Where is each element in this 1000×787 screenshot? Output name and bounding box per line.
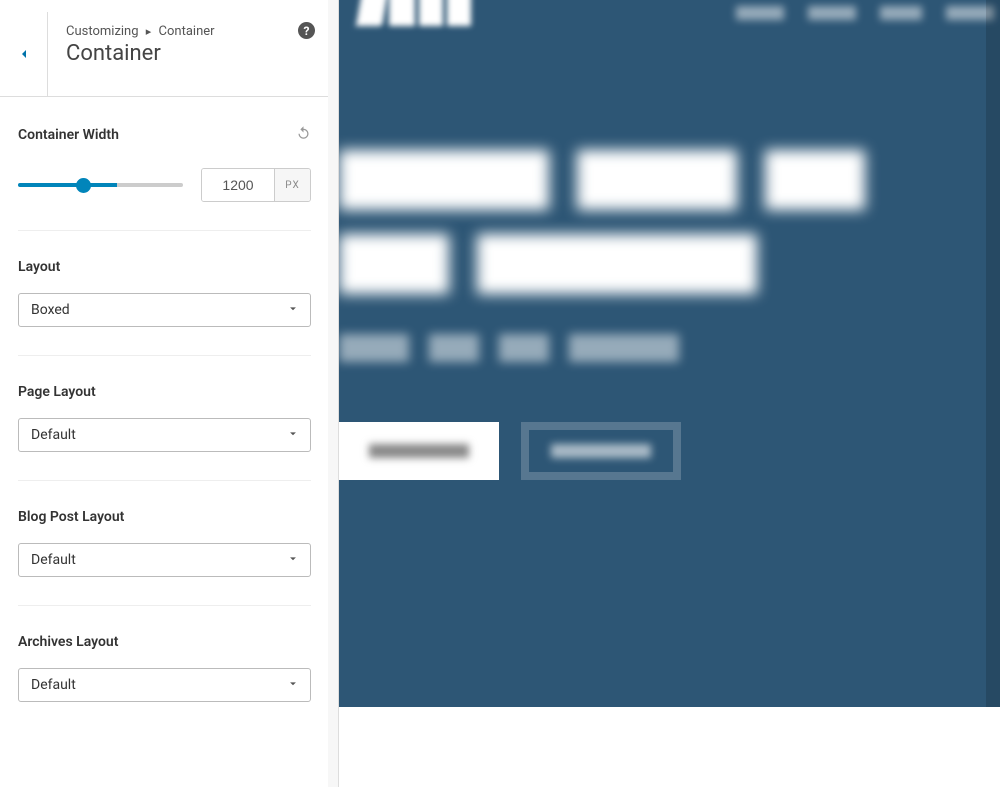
preview-bottom-strip bbox=[339, 707, 1000, 787]
container-width-label: Container Width bbox=[18, 127, 119, 143]
preview-nav bbox=[736, 6, 994, 20]
unit-label: PX bbox=[274, 169, 310, 201]
layout-label: Layout bbox=[18, 259, 311, 275]
reset-icon[interactable] bbox=[296, 125, 311, 144]
container-width-slider[interactable] bbox=[18, 183, 183, 187]
container-width-input[interactable] bbox=[202, 169, 274, 201]
archives-layout-label: Archives Layout bbox=[18, 634, 311, 650]
breadcrumb: Customizing ▸ Container bbox=[66, 24, 311, 39]
page-layout-label: Page Layout bbox=[18, 384, 311, 400]
control-layout: Layout Boxed bbox=[18, 231, 311, 356]
blog-post-layout-label: Blog Post Layout bbox=[18, 509, 311, 525]
layout-select[interactable]: Boxed bbox=[18, 293, 311, 327]
customizer-sidebar: Customizing ▸ Container Container ? Cont… bbox=[0, 0, 339, 787]
preview-primary-button bbox=[339, 422, 499, 480]
chevron-down-icon bbox=[286, 551, 300, 570]
preview-logo bbox=[359, 0, 489, 32]
preview-secondary-button bbox=[521, 422, 681, 480]
preview-scrollbar[interactable] bbox=[986, 0, 1000, 707]
chevron-down-icon bbox=[286, 676, 300, 695]
chevron-down-icon bbox=[286, 301, 300, 320]
back-button[interactable] bbox=[0, 12, 48, 96]
page-layout-select[interactable]: Default bbox=[18, 418, 311, 452]
archives-layout-select[interactable]: Default bbox=[18, 668, 311, 702]
chevron-down-icon bbox=[286, 426, 300, 445]
preview-hero bbox=[339, 150, 865, 480]
panel-header: Customizing ▸ Container Container ? bbox=[0, 0, 329, 97]
control-container-width: Container Width PX bbox=[18, 97, 311, 231]
help-icon[interactable]: ? bbox=[298, 22, 315, 39]
sidebar-scrollbar[interactable] bbox=[328, 0, 338, 787]
blog-post-layout-select[interactable]: Default bbox=[18, 543, 311, 577]
site-preview bbox=[339, 0, 1000, 787]
panel-title: Container bbox=[66, 41, 311, 66]
control-page-layout: Page Layout Default bbox=[18, 356, 311, 481]
control-archives-layout: Archives Layout Default bbox=[18, 606, 311, 730]
control-blog-post-layout: Blog Post Layout Default bbox=[18, 481, 311, 606]
